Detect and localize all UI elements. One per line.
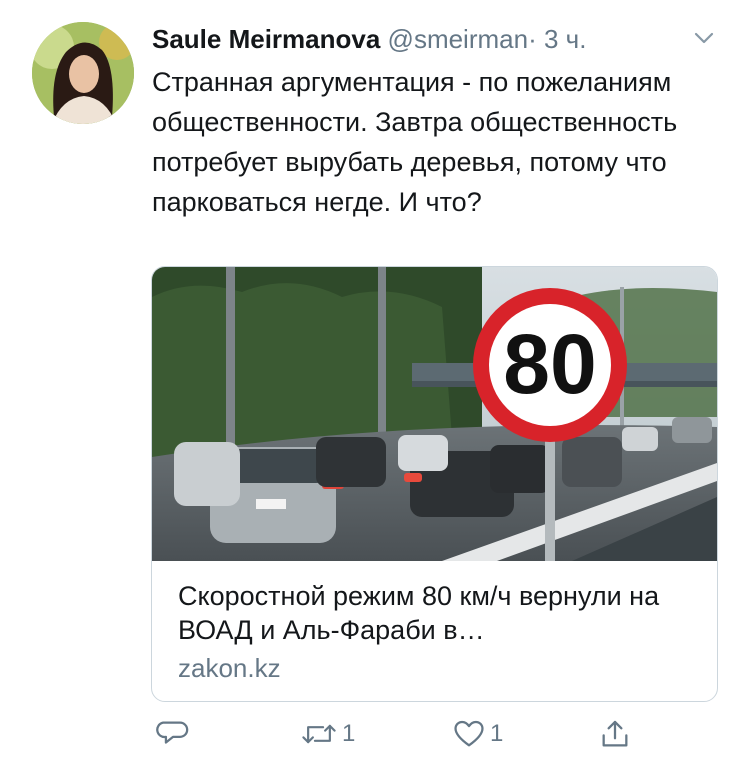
heart-icon — [452, 717, 486, 751]
retweet-icon — [300, 717, 338, 751]
like-button[interactable]: 1 — [452, 712, 503, 756]
link-card[interactable]: 80 Скоростной режим 80 км/ч вернули на В… — [151, 266, 718, 702]
retweet-button[interactable]: 1 — [300, 712, 355, 756]
tweet-timestamp[interactable]: 3 ч. — [544, 24, 586, 54]
share-icon — [598, 717, 632, 751]
author-handle[interactable]: @smeirman — [388, 24, 529, 54]
tweet-text: Странная аргументация - по пожеланиям об… — [152, 67, 678, 217]
author-name[interactable]: Saule Meirmanova — [152, 24, 380, 54]
card-title[interactable]: Скоростной режим 80 км/ч вернули на ВОАД… — [178, 579, 698, 647]
card-domain[interactable]: zakon.kz — [178, 653, 281, 683]
retweet-count: 1 — [342, 720, 356, 747]
author-avatar[interactable] — [32, 22, 134, 124]
separator-dot: · — [528, 24, 537, 54]
tweet-actions: 1 1 — [0, 712, 750, 756]
share-button[interactable] — [598, 712, 632, 756]
card-image: 80 — [152, 267, 717, 561]
speed-sign-number: 80 — [503, 317, 596, 411]
chevron-down-icon[interactable] — [692, 26, 716, 50]
reply-icon — [156, 717, 190, 751]
like-count: 1 — [490, 720, 504, 747]
reply-button[interactable] — [156, 712, 190, 756]
tweet-header: Saule Meirmanova @smeirman· 3 ч. — [152, 24, 720, 56]
